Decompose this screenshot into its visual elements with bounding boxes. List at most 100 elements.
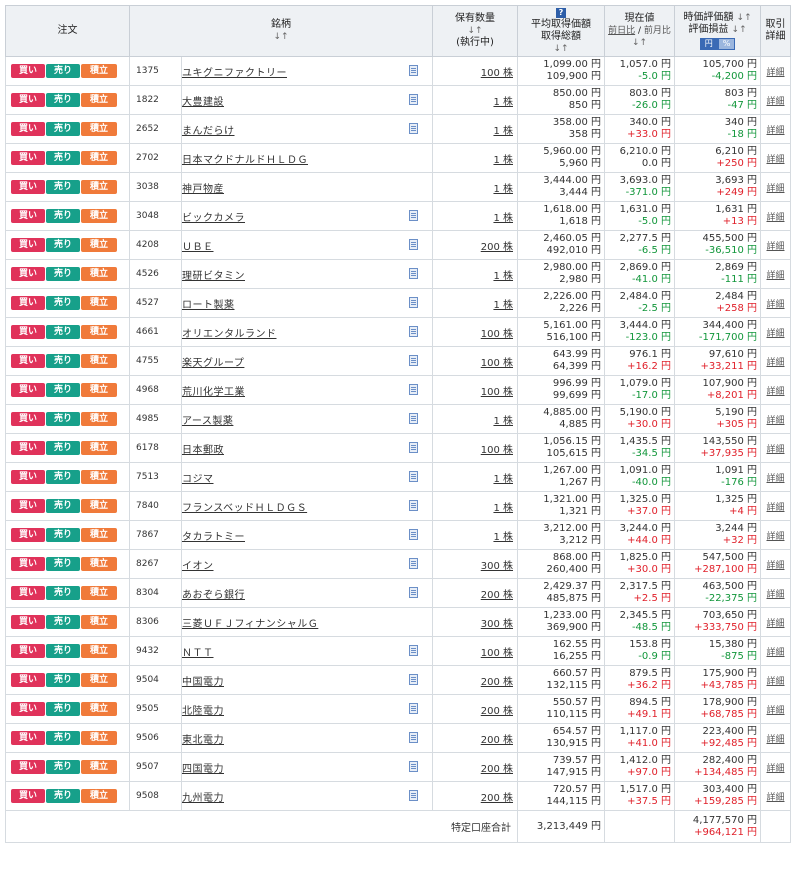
document-icon[interactable] [409, 65, 418, 76]
quantity-link[interactable]: 1 株 [493, 503, 513, 514]
name-header[interactable]: 銘柄 ↓↑ [129, 5, 433, 57]
buy-button[interactable]: 買い [11, 586, 45, 600]
stock-name-link[interactable]: ユキグニファクトリー [182, 68, 287, 79]
sell-button[interactable]: 売り [46, 441, 80, 455]
detail-link[interactable]: 詳細 [760, 665, 791, 695]
accumulate-button[interactable]: 積立 [81, 557, 117, 571]
quantity-link[interactable]: 300 株 [481, 619, 513, 630]
document-icon[interactable] [409, 471, 418, 482]
quantity-link[interactable]: 200 株 [481, 706, 513, 717]
sell-button[interactable]: 売り [46, 557, 80, 571]
stock-name-link[interactable]: 中国電力 [182, 677, 224, 688]
stock-name-link[interactable]: コジマ [182, 474, 214, 485]
quantity-link[interactable]: 200 株 [481, 793, 513, 804]
stock-name-link[interactable]: 東北電力 [182, 735, 224, 746]
sell-button[interactable]: 売り [46, 731, 80, 745]
accumulate-button[interactable]: 積立 [81, 354, 117, 368]
stock-name-link[interactable]: 九州電力 [182, 793, 224, 804]
quantity-link[interactable]: 100 株 [481, 387, 513, 398]
detail-link[interactable]: 詳細 [760, 781, 791, 811]
quantity-link[interactable]: 1 株 [493, 271, 513, 282]
document-icon[interactable] [409, 761, 418, 772]
document-icon[interactable] [409, 123, 418, 134]
accumulate-button[interactable]: 積立 [81, 209, 117, 223]
sell-button[interactable]: 売り [46, 325, 80, 339]
document-icon[interactable] [409, 703, 418, 714]
buy-button[interactable]: 買い [11, 673, 45, 687]
help-icon[interactable]: ? [556, 8, 566, 18]
document-icon[interactable] [409, 790, 418, 801]
buy-button[interactable]: 買い [11, 789, 45, 803]
buy-button[interactable]: 買い [11, 615, 45, 629]
buy-button[interactable]: 買い [11, 296, 45, 310]
document-icon[interactable] [409, 355, 418, 366]
stock-name-link[interactable]: 神戸物産 [182, 184, 224, 195]
document-icon[interactable] [409, 732, 418, 743]
unit-toggle[interactable]: 円% [699, 38, 736, 50]
detail-link[interactable]: 詳細 [760, 375, 791, 405]
valuation-header[interactable]: 時価評価額 ↓↑ 評価損益 ↓↑ 円% [674, 5, 761, 57]
detail-link[interactable]: 詳細 [760, 143, 791, 173]
accumulate-button[interactable]: 積立 [81, 238, 117, 252]
accumulate-button[interactable]: 積立 [81, 151, 117, 165]
stock-name-link[interactable]: ＵＢＥ [182, 242, 214, 253]
document-icon[interactable] [409, 558, 418, 569]
detail-link[interactable]: 詳細 [760, 201, 791, 231]
detail-link[interactable]: 詳細 [760, 636, 791, 666]
sell-button[interactable]: 売り [46, 238, 80, 252]
quantity-link[interactable]: 1 株 [493, 474, 513, 485]
accumulate-button[interactable]: 積立 [81, 789, 117, 803]
accumulate-button[interactable]: 積立 [81, 731, 117, 745]
stock-name-link[interactable]: 日本郵政 [182, 445, 224, 456]
detail-link[interactable]: 詳細 [760, 752, 791, 782]
avg-cost-header[interactable]: ? 平均取得価額 取得総額 ↓↑ [517, 5, 605, 57]
buy-button[interactable]: 買い [11, 470, 45, 484]
sell-button[interactable]: 売り [46, 615, 80, 629]
sell-button[interactable]: 売り [46, 151, 80, 165]
document-icon[interactable] [409, 674, 418, 685]
document-icon[interactable] [409, 442, 418, 453]
quantity-link[interactable]: 100 株 [481, 648, 513, 659]
stock-name-link[interactable]: 日本マクドナルドＨＬＤＧ [182, 155, 308, 166]
quantity-link[interactable]: 1 株 [493, 155, 513, 166]
buy-button[interactable]: 買い [11, 122, 45, 136]
sell-button[interactable]: 売り [46, 93, 80, 107]
detail-link[interactable]: 詳細 [760, 433, 791, 463]
stock-name-link[interactable]: 荒川化学工業 [182, 387, 245, 398]
document-icon[interactable] [409, 268, 418, 279]
sort-icon[interactable]: ↓↑ [737, 13, 752, 23]
sell-button[interactable]: 売り [46, 528, 80, 542]
detail-link[interactable]: 詳細 [760, 172, 791, 202]
sort-icon[interactable]: ↓↑ [605, 37, 674, 49]
document-icon[interactable] [409, 645, 418, 656]
quantity-link[interactable]: 200 株 [481, 677, 513, 688]
quantity-header[interactable]: 保有数量 ↓↑ (執行中) [432, 5, 518, 57]
sell-button[interactable]: 売り [46, 470, 80, 484]
sell-button[interactable]: 売り [46, 673, 80, 687]
sell-button[interactable]: 売り [46, 702, 80, 716]
stock-name-link[interactable]: フランスベッドＨＬＤＧＳ [182, 503, 307, 514]
buy-button[interactable]: 買い [11, 441, 45, 455]
stock-name-link[interactable]: あおぞら銀行 [182, 590, 245, 601]
stock-name-link[interactable]: 三菱ＵＦＪフィナンシャルＧ [182, 619, 318, 630]
sort-icon[interactable]: ↓↑ [433, 25, 517, 37]
current-price-header[interactable]: 現在値 前日比 / 前月比 ↓↑ [604, 5, 675, 57]
quantity-link[interactable]: 1 株 [493, 300, 513, 311]
quantity-link[interactable]: 1 株 [493, 213, 513, 224]
quantity-link[interactable]: 100 株 [481, 68, 513, 79]
sell-button[interactable]: 売り [46, 760, 80, 774]
accumulate-button[interactable]: 積立 [81, 499, 117, 513]
sell-button[interactable]: 売り [46, 209, 80, 223]
accumulate-button[interactable]: 積立 [81, 383, 117, 397]
buy-button[interactable]: 買い [11, 412, 45, 426]
accumulate-button[interactable]: 積立 [81, 122, 117, 136]
quantity-link[interactable]: 300 株 [481, 561, 513, 572]
quantity-link[interactable]: 1 株 [493, 184, 513, 195]
accumulate-button[interactable]: 積立 [81, 470, 117, 484]
buy-button[interactable]: 買い [11, 180, 45, 194]
sell-button[interactable]: 売り [46, 64, 80, 78]
detail-link[interactable]: 詳細 [760, 114, 791, 144]
stock-name-link[interactable]: 理研ビタミン [182, 271, 245, 282]
stock-name-link[interactable]: 楽天グループ [182, 358, 244, 369]
detail-link[interactable]: 詳細 [760, 607, 791, 637]
